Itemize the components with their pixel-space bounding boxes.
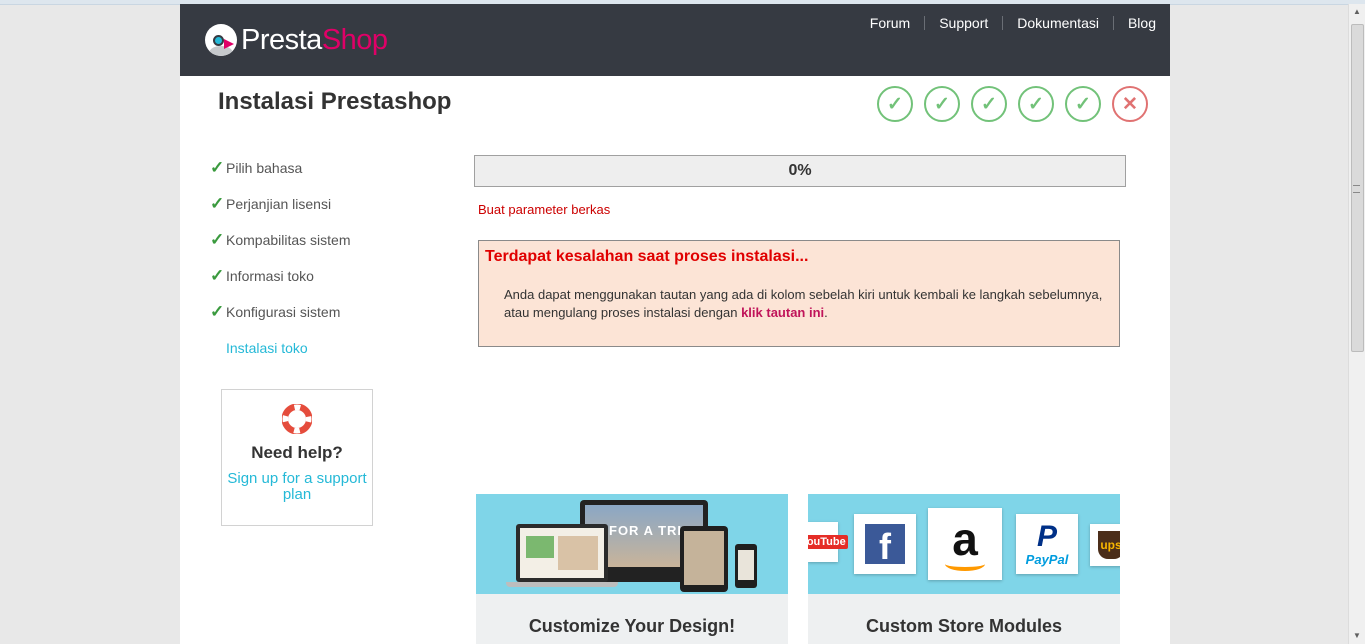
lifebuoy-icon: [282, 404, 312, 434]
nav-link-dokumentasi[interactable]: Dokumentasi: [1002, 16, 1113, 30]
phone-image: [735, 544, 757, 588]
amazon-logo-icon: a: [928, 508, 1002, 580]
sidebar-step-label: Instalasi toko: [226, 340, 308, 356]
top-nav: Forum Support Dokumentasi Blog: [856, 16, 1170, 30]
sidebar-step-instalasi-toko: Instalasi toko: [210, 330, 351, 366]
scroll-down-arrow-icon[interactable]: ▼: [1349, 628, 1365, 644]
paypal-logo-icon: P PayPal: [1016, 514, 1078, 574]
sidebar-step-pilih-bahasa[interactable]: ✓ Pilih bahasa: [210, 150, 351, 186]
error-message: Anda dapat menggunakan tautan yang ada d…: [504, 287, 1103, 320]
promo-card-modules[interactable]: YouTube f a PPayPal ups Custom Store Mod…: [808, 494, 1120, 644]
error-alert: Terdapat kesalahan saat proses instalasi…: [478, 240, 1120, 347]
check-icon: ✓: [210, 194, 225, 213]
step-1-check-icon: ✓: [877, 86, 913, 122]
nav-link-forum[interactable]: Forum: [856, 16, 924, 30]
laptop-image: [516, 524, 608, 582]
page-title: Instalasi Prestashop: [218, 88, 452, 115]
sidebar-step-kompabilitas-sistem[interactable]: ✓ Kompabilitas sistem: [210, 222, 351, 258]
promo-card-title: Customize Your Design!: [528, 616, 736, 636]
vertical-scrollbar[interactable]: ▲ ▼: [1348, 4, 1365, 644]
devices-banner: FOR A TRIP: [476, 494, 788, 594]
step-5-check-icon: ✓: [1065, 86, 1101, 122]
help-title: Need help?: [251, 443, 343, 462]
check-icon: ✓: [210, 266, 225, 285]
promo-card-title: Custom Store Modules: [865, 616, 1062, 636]
logo-text-shop: Shop: [321, 24, 388, 56]
brands-banner: YouTube f a PPayPal ups: [808, 494, 1120, 594]
error-title: Terdapat kesalahan saat proses instalasi…: [485, 248, 809, 265]
tablet-image: [680, 526, 728, 592]
sidebar-step-label: Pilih bahasa: [226, 160, 303, 176]
check-icon: ✓: [210, 302, 225, 321]
sidebar-step-konfigurasi-sistem[interactable]: ✓ Konfigurasi sistem: [210, 294, 351, 330]
step-2-check-icon: ✓: [924, 86, 960, 122]
facebook-logo-icon: f: [854, 514, 916, 574]
check-icon: ✓: [210, 158, 225, 177]
help-box: Need help? Sign up for a support plan: [221, 389, 373, 526]
scroll-up-arrow-icon[interactable]: ▲: [1349, 4, 1365, 20]
sidebar-step-perjanjian-lisensi[interactable]: ✓ Perjanjian lisensi: [210, 186, 351, 222]
step-6-cross-icon: ✕: [1112, 86, 1148, 122]
nav-link-support[interactable]: Support: [924, 16, 1002, 30]
promo-card-design[interactable]: FOR A TRIP Customize Your Design!: [476, 494, 788, 644]
prestashop-logo[interactable]: PrestaShop: [205, 23, 388, 57]
puffin-logo-icon: [205, 24, 237, 56]
step-4-check-icon: ✓: [1018, 86, 1054, 122]
sidebar-step-informasi-toko[interactable]: ✓ Informasi toko: [210, 258, 351, 294]
site-header: PrestaShop Forum Support Dokumentasi Blo…: [180, 4, 1170, 76]
sidebar-step-label: Kompabilitas sistem: [226, 232, 351, 248]
support-plan-link[interactable]: Sign up for a support plan: [222, 471, 372, 503]
logo-text-presta: Presta: [241, 24, 322, 56]
sidebar-step-label: Konfigurasi sistem: [226, 304, 341, 320]
install-status-text: Buat parameter berkas: [478, 202, 611, 217]
youtube-logo-icon: YouTube: [808, 522, 848, 562]
step-progress-indicator: ✓ ✓ ✓ ✓ ✓ ✕: [877, 86, 1148, 122]
install-progress-bar: 0%: [474, 155, 1126, 187]
step-3-check-icon: ✓: [971, 86, 1007, 122]
check-icon: ✓: [210, 230, 225, 249]
ups-logo-icon: ups: [1090, 524, 1120, 566]
installation-steps-menu: ✓ Pilih bahasa ✓ Perjanjian lisensi ✓ Ko…: [210, 150, 351, 366]
installer-page: PrestaShop Forum Support Dokumentasi Blo…: [180, 4, 1170, 644]
sidebar-step-label: Informasi toko: [226, 268, 314, 284]
sidebar-step-label: Perjanjian lisensi: [226, 196, 332, 212]
nav-link-blog[interactable]: Blog: [1112, 16, 1170, 30]
retry-link[interactable]: klik tautan ini: [741, 305, 824, 320]
